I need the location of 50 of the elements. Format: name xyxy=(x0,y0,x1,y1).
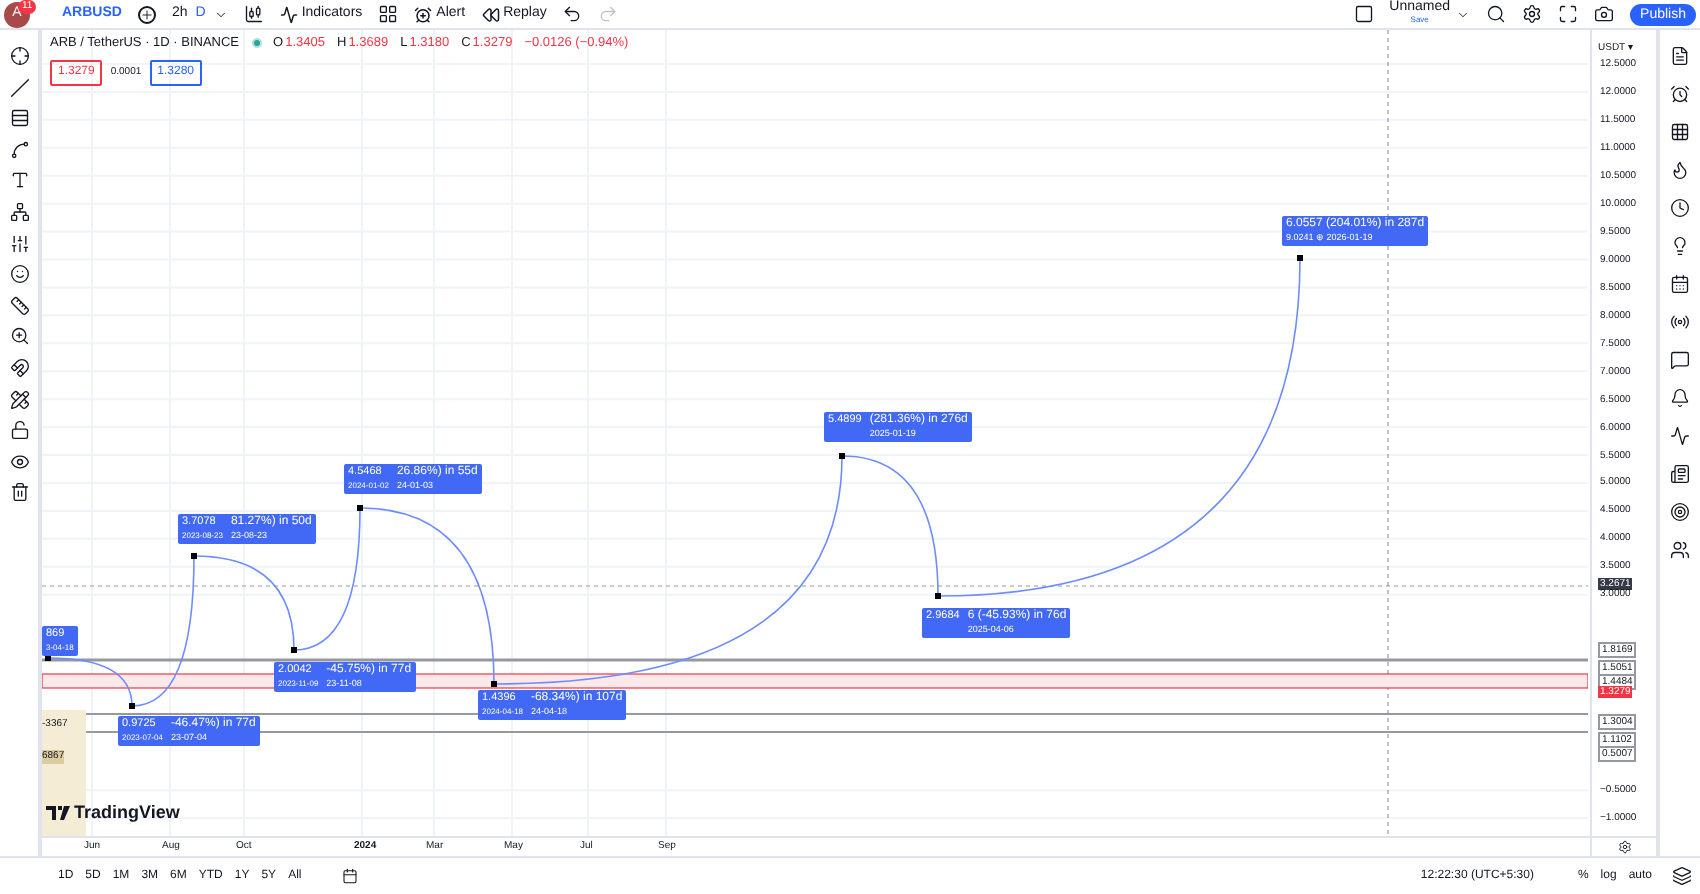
text-icon[interactable] xyxy=(9,170,29,191)
settings-icon[interactable] xyxy=(1617,840,1631,854)
chevron-down-icon[interactable] xyxy=(213,7,228,21)
chat-icon[interactable] xyxy=(1670,350,1690,370)
alarm-icon xyxy=(414,5,433,23)
lightbulb-icon[interactable] xyxy=(1670,236,1690,256)
grid-icon[interactable] xyxy=(1670,122,1690,142)
clock-icon[interactable] xyxy=(1670,198,1690,218)
zoom-in-icon[interactable] xyxy=(9,326,29,347)
add-symbol-icon[interactable] xyxy=(137,5,156,23)
price-range-band[interactable] xyxy=(42,673,1588,689)
magnet-icon[interactable] xyxy=(9,357,29,378)
replay-icon xyxy=(481,5,500,23)
alarm-clock-icon[interactable] xyxy=(1670,84,1690,104)
logo-icon xyxy=(46,805,70,820)
search-icon[interactable] xyxy=(1486,4,1507,24)
users-icon[interactable] xyxy=(1670,540,1690,560)
flame-icon[interactable] xyxy=(1670,160,1690,180)
pencil-ruler-icon[interactable] xyxy=(9,389,29,410)
camera-icon[interactable] xyxy=(1594,4,1615,24)
lines-icon[interactable] xyxy=(9,108,29,129)
list-icon[interactable] xyxy=(1670,46,1690,66)
ruler-icon[interactable] xyxy=(9,295,29,316)
sliders-icon[interactable] xyxy=(9,233,29,254)
pulse-icon[interactable] xyxy=(1670,426,1690,446)
smiley-icon[interactable] xyxy=(9,264,29,285)
path-curve[interactable] xyxy=(47,657,133,707)
calendar-icon[interactable] xyxy=(1670,274,1690,294)
layers-icon[interactable] xyxy=(1672,866,1692,886)
indicators-icon xyxy=(279,5,298,23)
line-icon[interactable] xyxy=(9,77,29,98)
curve-icon[interactable] xyxy=(9,139,29,160)
trash-icon[interactable] xyxy=(9,482,29,503)
settings-icon[interactable] xyxy=(1522,4,1543,24)
watermark-logo: TradingView xyxy=(74,799,180,826)
pattern-icon[interactable] xyxy=(9,201,29,222)
newspaper-icon[interactable] xyxy=(1670,464,1690,484)
candlestick-icon[interactable] xyxy=(243,4,264,24)
square-icon[interactable] xyxy=(1353,4,1374,24)
chevron-down-icon[interactable] xyxy=(1456,7,1471,21)
bell-icon[interactable] xyxy=(1670,388,1690,408)
target-icon[interactable] xyxy=(1670,502,1690,522)
broadcast-icon[interactable] xyxy=(1670,312,1690,332)
fullscreen-icon[interactable] xyxy=(1558,4,1579,24)
undo-icon[interactable] xyxy=(562,4,583,24)
calendar-icon[interactable] xyxy=(341,868,358,884)
eye-icon[interactable] xyxy=(9,451,29,472)
unlock-icon[interactable] xyxy=(9,420,29,441)
crosshair-icon[interactable] xyxy=(9,46,29,66)
grid-icon[interactable] xyxy=(378,4,399,24)
